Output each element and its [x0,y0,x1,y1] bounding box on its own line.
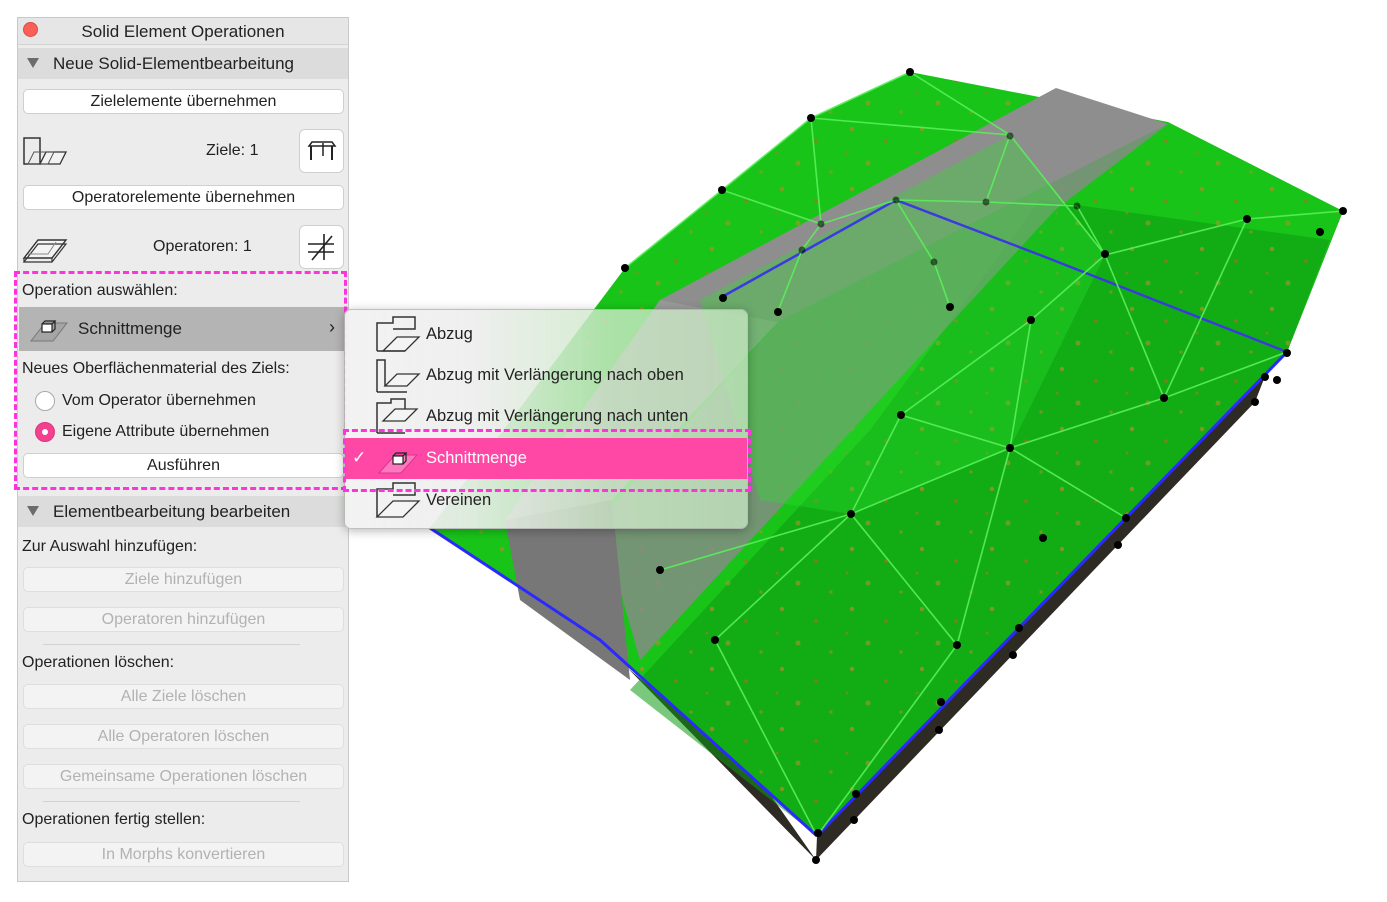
operators-count: Operatoren: 1 [153,238,252,255]
table-icon [307,141,337,160]
menu-item-label: Abzug [426,325,473,343]
add-to-selection-label: Zur Auswahl hinzufügen: [22,538,198,555]
section-edit-operation-label: Elementbearbeitung bearbeiten [53,502,291,521]
disclosure-triangle-icon[interactable] [27,58,39,68]
operation-popup-menu: Abzug Abzug mit Verlängerung nach oben A… [344,309,748,529]
section-new-operation-label: Neue Solid-Elementbearbeitung [53,54,294,73]
delete-operations-label: Operationen löschen: [22,654,175,671]
targets-count: Ziele: 1 [206,142,259,159]
disclosure-triangle-icon[interactable] [27,506,39,516]
window-title: Solid Element Operationen [81,22,285,41]
operator-select-icon [308,234,334,261]
delete-all-targets-button[interactable]: Alle Ziele löschen [23,684,344,709]
target-elements-icon [23,137,68,165]
menu-item-label: Abzug mit Verlängerung nach oben [426,366,684,384]
finish-operations-label: Operationen fertig stellen: [22,811,206,828]
menu-item-subtraction[interactable]: Abzug [345,314,747,355]
menu-item-label: Abzug mit Verlängerung nach unten [426,407,689,425]
annotation-highlight-operation [14,271,347,490]
get-operators-button[interactable]: Operatorelemente übernehmen [23,185,344,210]
select-operators-button[interactable] [299,225,344,269]
add-operators-button[interactable]: Operatoren hinzufügen [23,607,344,632]
add-targets-button[interactable]: Ziele hinzufügen [23,567,344,592]
convert-to-morphs-button[interactable]: In Morphs konvertieren [23,842,344,867]
annotation-highlight-menu-item [343,429,751,492]
subtraction-icon [376,316,421,352]
divider [43,801,300,802]
delete-all-operators-button[interactable]: Alle Operatoren löschen [23,724,344,749]
menu-item-subtraction-upwards[interactable]: Abzug mit Verlängerung nach oben [345,355,747,396]
select-targets-button[interactable] [299,129,344,173]
subtraction-upwards-icon [376,359,421,393]
delete-common-operations-button[interactable]: Gemeinsame Operationen löschen [23,764,344,789]
divider [43,644,300,645]
operator-elements-icon [22,239,68,263]
get-targets-button[interactable]: Zielelemente übernehmen [23,89,344,114]
section-new-operation[interactable]: Neue Solid-Elementbearbeitung [18,48,348,79]
section-edit-operation[interactable]: Elementbearbeitung bearbeiten [18,496,348,527]
menu-item-label: Vereinen [426,491,492,509]
palette-titlebar[interactable]: Solid Element Operationen [18,18,348,45]
